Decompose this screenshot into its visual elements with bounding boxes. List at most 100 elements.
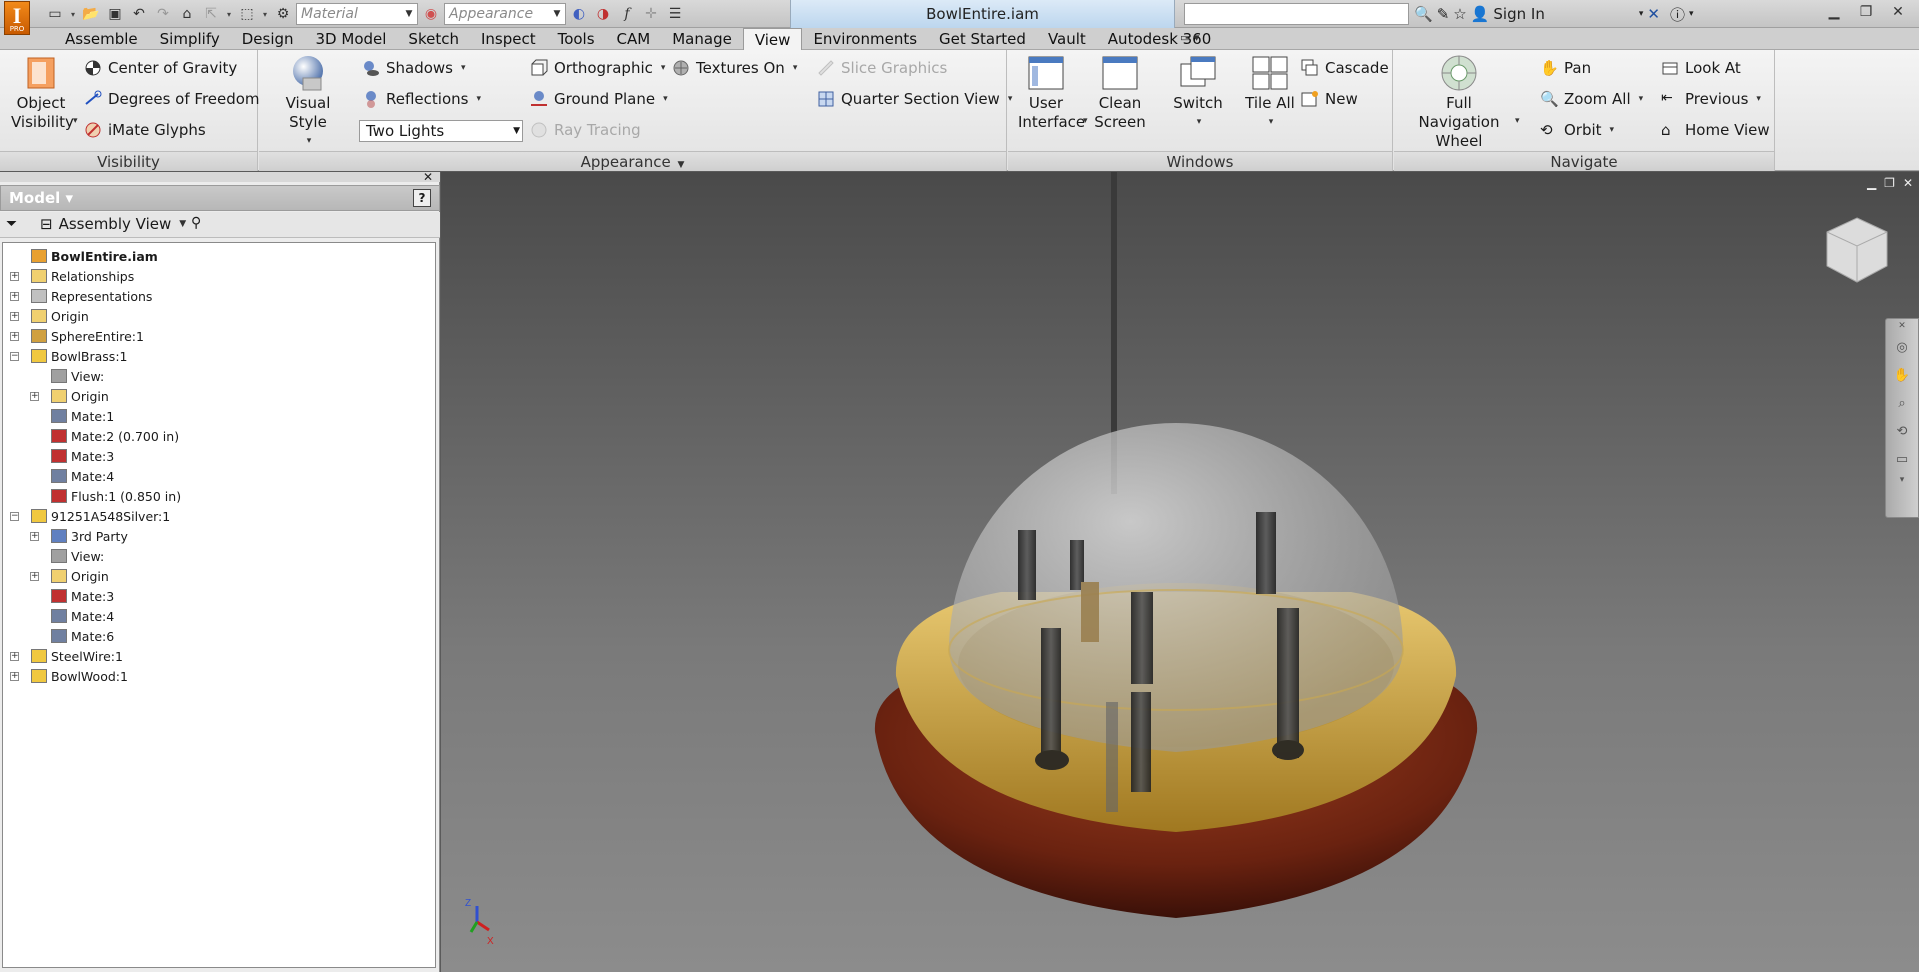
filter-icon[interactable]: ⏷ <box>6 216 17 232</box>
imate-glyphs-button[interactable]: iMate Glyphs <box>84 118 206 142</box>
glass-sphere[interactable] <box>949 423 1403 752</box>
expand-icon[interactable]: + <box>10 651 19 661</box>
tree-node[interactable]: + Origin <box>3 306 435 326</box>
browser-help-icon[interactable]: ? <box>413 189 431 207</box>
tile-all-dropdown-icon[interactable]: ▾ <box>1269 113 1274 132</box>
tree-node[interactable]: Mate:4 <box>3 606 435 626</box>
expand-icon[interactable]: + <box>10 331 19 341</box>
expand-icon[interactable]: + <box>30 531 39 541</box>
save-icon[interactable]: ▣ <box>104 3 126 25</box>
orbit-button[interactable]: ⟲ Orbit ▾ <box>1540 118 1614 142</box>
home-view-button[interactable]: ⌂ Home View <box>1661 118 1770 142</box>
collapse-icon[interactable]: − <box>10 351 19 361</box>
textures-on-button[interactable]: Textures On ▾ <box>672 56 797 80</box>
tab-cam[interactable]: CAM <box>606 28 662 50</box>
tab-view[interactable]: View <box>742 28 803 50</box>
tab-simplify[interactable]: Simplify <box>149 28 231 50</box>
new-file-icon[interactable]: ▭ <box>44 3 66 25</box>
app-logo-button[interactable]: I PRO <box>4 1 30 35</box>
tab-tools[interactable]: Tools <box>547 28 606 50</box>
expand-icon[interactable]: + <box>10 291 19 301</box>
quarter-section-view-button[interactable]: Quarter Section View ▾ <box>817 87 1012 111</box>
parameters-icon[interactable]: f <box>616 3 638 25</box>
object-visibility-dropdown-icon[interactable]: ▾ <box>73 116 78 126</box>
lighting-style-select[interactable]: Two Lights ▼ <box>359 120 523 142</box>
favorites-star-icon[interactable]: ☆ <box>1453 5 1466 23</box>
tab-sketch[interactable]: Sketch <box>397 28 470 50</box>
tree-node[interactable]: − 91251A548Silver:1 <box>3 506 435 526</box>
expand-icon[interactable]: + <box>30 571 39 581</box>
tab-inspect[interactable]: Inspect <box>470 28 547 50</box>
slice-graphics-button[interactable]: Slice Graphics <box>817 56 947 80</box>
ray-tracing-button[interactable]: Ray Tracing <box>530 118 641 142</box>
help-dropdown-icon[interactable]: ▾ <box>1689 9 1694 19</box>
tree-node[interactable]: + Origin <box>3 566 435 586</box>
tab-autodesk-360[interactable]: Autodesk 360 <box>1097 28 1222 50</box>
tree-node[interactable]: + SphereEntire:1 <box>3 326 435 346</box>
orthographic-dropdown-icon[interactable]: ▾ <box>661 63 666 73</box>
add-icon[interactable]: ✛ <box>640 3 662 25</box>
previous-view-button[interactable]: ⇤ Previous ▾ <box>1661 87 1761 111</box>
full-navigation-wheel-button[interactable]: Full Navigation Wheel <box>1404 54 1514 151</box>
return-icon[interactable]: ⇱ <box>200 3 222 25</box>
tab-vault[interactable]: Vault <box>1037 28 1097 50</box>
tree-node[interactable]: View: <box>3 546 435 566</box>
tree-node[interactable]: + Origin <box>3 386 435 406</box>
tree-node[interactable]: +3rd Party <box>3 526 435 546</box>
reflections-dropdown-icon[interactable]: ▾ <box>476 94 481 104</box>
maximize-icon[interactable]: ❐ <box>1851 2 1881 22</box>
tree-node[interactable]: + Representations <box>3 286 435 306</box>
adjust-appearance-icon[interactable]: ◐ <box>568 3 590 25</box>
center-of-gravity-button[interactable]: Center of Gravity <box>84 56 237 80</box>
tree-node[interactable]: BowlEntire.iam <box>3 246 435 266</box>
visual-style-dropdown-icon[interactable]: ▾ <box>307 132 312 151</box>
previous-dropdown-icon[interactable]: ▾ <box>1756 94 1761 104</box>
expand-icon[interactable]: + <box>10 671 19 681</box>
textures-dropdown-icon[interactable]: ▾ <box>793 63 798 73</box>
tree-node[interactable]: Mate:6 <box>3 626 435 646</box>
open-icon[interactable]: 📂 <box>80 3 102 25</box>
zoom-dropdown-icon[interactable]: ▾ <box>1639 94 1644 104</box>
tree-node[interactable]: Mate:2 (0.700 in) <box>3 426 435 446</box>
subscription-icon[interactable]: ✎ <box>1437 5 1450 23</box>
return-dropdown-icon[interactable]: ▾ <box>224 10 234 19</box>
sign-in-dropdown-icon[interactable]: ▾ <box>1639 9 1644 19</box>
new-dropdown-icon[interactable]: ▾ <box>68 10 78 19</box>
expand-icon[interactable]: + <box>10 271 19 281</box>
tab-get-started[interactable]: Get Started <box>928 28 1037 50</box>
customize-qat-icon[interactable]: ☰ <box>664 3 686 25</box>
expand-icon[interactable]: + <box>10 311 19 321</box>
tree-node[interactable]: Flush:1 (0.850 in) <box>3 486 435 506</box>
home-icon[interactable]: ⌂ <box>176 3 198 25</box>
orthographic-button[interactable]: Orthographic ▾ <box>530 56 665 80</box>
browser-grip[interactable] <box>0 172 440 182</box>
zoom-all-button[interactable]: 🔍 Zoom All ▾ <box>1540 87 1643 111</box>
shadows-button[interactable]: Shadows ▾ <box>362 56 466 80</box>
tree-node[interactable]: Mate:3 <box>3 586 435 606</box>
visual-style-button[interactable]: Visual Style ▾ <box>269 54 347 151</box>
tree-node[interactable]: − BowlBrass:1 <box>3 346 435 366</box>
tile-all-button[interactable]: Tile All ▾ <box>1235 54 1305 132</box>
select-dropdown-icon[interactable]: ▾ <box>260 10 270 19</box>
tab-3d-model[interactable]: 3D Model <box>305 28 398 50</box>
reflections-button[interactable]: Reflections ▾ <box>362 87 481 111</box>
orbit-dropdown-icon[interactable]: ▾ <box>1610 125 1615 135</box>
cascade-button[interactable]: Cascade <box>1301 56 1389 80</box>
navigation-wheel-dropdown-icon[interactable]: ▾ <box>1515 116 1520 126</box>
material-combo[interactable]: Material ▼ <box>296 3 418 25</box>
clean-screen-button[interactable]: Clean Screen <box>1092 54 1148 132</box>
collapse-icon[interactable]: − <box>10 511 19 521</box>
ground-plane-button[interactable]: Ground Plane ▾ <box>530 87 668 111</box>
look-at-button[interactable]: Look At <box>1661 56 1741 80</box>
switch-button[interactable]: Switch ▾ <box>1163 54 1233 132</box>
help-search-input[interactable] <box>1184 3 1409 25</box>
sign-in-button[interactable]: Sign In <box>1493 5 1544 23</box>
tab-assemble[interactable]: Assemble <box>54 28 149 50</box>
graphics-viewport[interactable]: ▁ ❐ ✕ ✕ ◎ ✋ ⌕ ⟲ ▭ ▾ Z X <box>441 172 1919 972</box>
new-window-button[interactable]: New <box>1301 87 1358 111</box>
tab-manage[interactable]: Manage <box>661 28 743 50</box>
tree-node[interactable]: Mate:1 <box>3 406 435 426</box>
expand-icon[interactable]: + <box>30 391 39 401</box>
clear-appearance-icon[interactable]: ◑ <box>592 3 614 25</box>
tree-node[interactable]: + BowlWood:1 <box>3 666 435 686</box>
